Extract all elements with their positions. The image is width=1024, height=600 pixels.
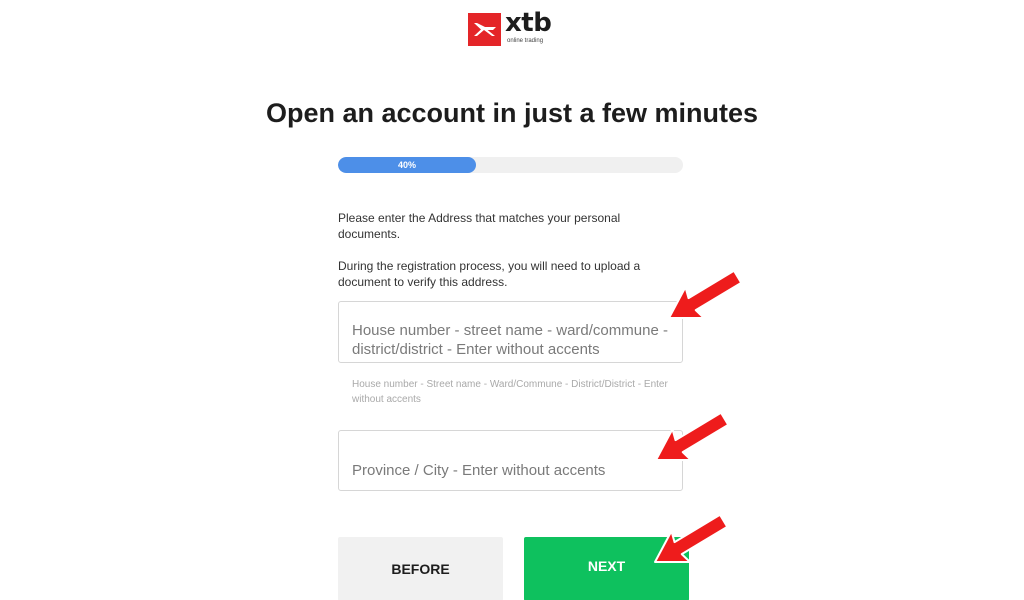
logo-wordmark: xtb bbox=[505, 8, 552, 38]
xtb-logo: xtb online trading bbox=[468, 8, 557, 47]
logo-tagline: online trading bbox=[507, 38, 544, 44]
address-input[interactable] bbox=[339, 302, 682, 362]
progress-bar: 40% bbox=[338, 157, 683, 173]
red-arrow-icon bbox=[654, 513, 729, 563]
city-field-container bbox=[338, 430, 683, 491]
progress-label: 40% bbox=[397, 160, 416, 170]
progress-bar-fill: 40% bbox=[338, 157, 476, 173]
address-hint: House number - Street name - Ward/Commun… bbox=[352, 379, 668, 405]
city-input[interactable] bbox=[339, 431, 682, 490]
before-button[interactable]: BEFORE bbox=[338, 537, 503, 600]
xtb-logo-mark-icon bbox=[468, 13, 501, 46]
instruction-text-verification: During the registration process, you wil… bbox=[338, 259, 641, 289]
red-arrow-icon bbox=[655, 412, 730, 461]
address-field-container bbox=[338, 301, 683, 363]
red-arrow-icon bbox=[668, 270, 743, 319]
instruction-text-address: Please enter the Address that matches yo… bbox=[338, 211, 621, 241]
page-title: Open an account in just a few minutes bbox=[265, 98, 759, 128]
